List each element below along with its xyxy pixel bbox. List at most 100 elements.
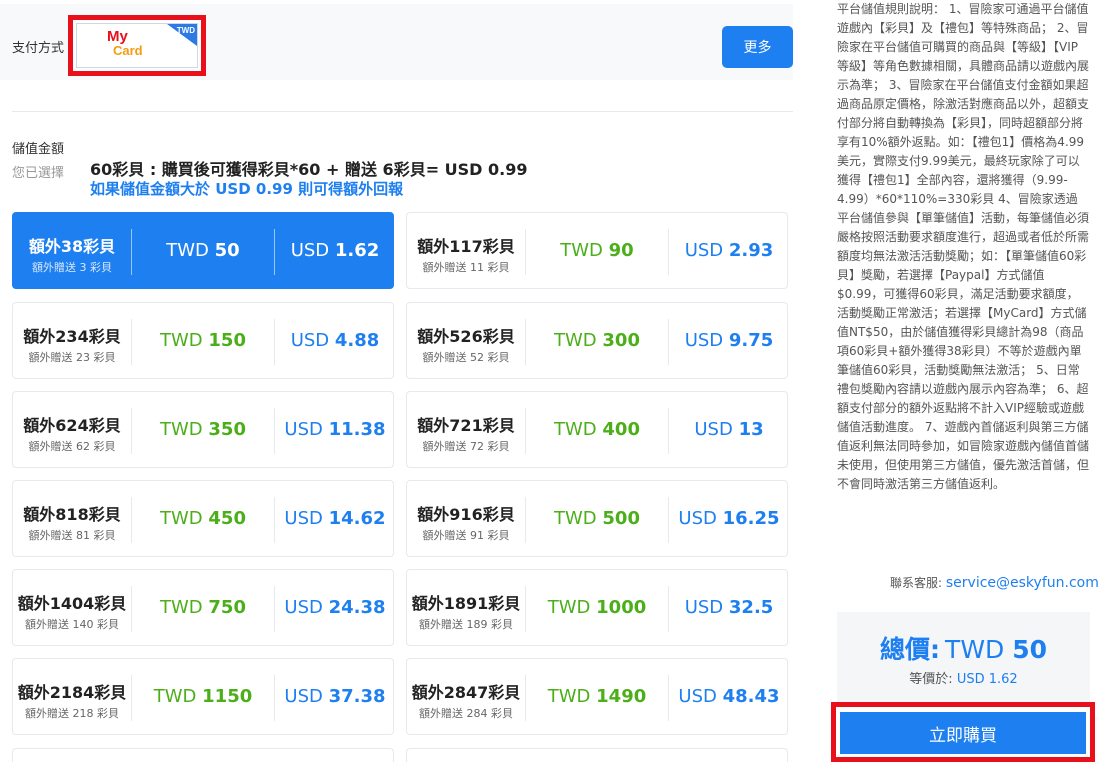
package-title-block: 額外1404彩貝 額外贈送 140 彩貝	[13, 570, 131, 645]
usd-currency: USD	[284, 508, 323, 529]
package-title: 額外624彩貝	[23, 416, 121, 435]
package-usd-price: USD 48.43	[669, 686, 789, 707]
usd-currency: USD	[284, 686, 323, 707]
package-twd-price: TWD 50	[132, 240, 274, 261]
package-twd-price: TWD 150	[132, 330, 274, 351]
buy-now-button[interactable]: 立即購買	[840, 712, 1086, 754]
usd-currency: USD	[290, 240, 330, 261]
package-card[interactable]: 額外2184彩貝 額外贈送 218 彩貝 TWD 1150 USD 37.38	[12, 658, 394, 735]
twd-currency: TWD	[560, 240, 603, 261]
package-bonus: 額外贈送 11 彩貝	[422, 261, 510, 274]
package-card[interactable]: 額外624彩貝 額外贈送 62 彩貝 TWD 350 USD 11.38	[12, 391, 394, 468]
twd-currency: TWD	[153, 686, 197, 707]
usd-amount: 16.25	[722, 508, 780, 529]
twd-amount: 50	[214, 240, 240, 261]
package-bonus: 額外贈送 62 彩貝	[28, 440, 116, 453]
package-card-partial[interactable]	[406, 748, 788, 762]
package-usd-price: USD 2.93	[669, 240, 789, 261]
package-bonus: 額外贈送 81 彩貝	[28, 529, 116, 542]
customer-service-contact: 聯系客服: service@eskyfun.com	[890, 574, 1099, 591]
twd-currency: TWD	[554, 419, 597, 440]
payment-method-row: 支付方式 TWD My Card 更多	[0, 4, 793, 80]
package-title: 額外721彩貝	[417, 416, 515, 435]
package-twd-price: TWD 350	[132, 419, 274, 440]
package-title-block: 額外117彩貝 額外贈送 11 彩貝	[407, 213, 525, 288]
package-twd-price: TWD 1000	[526, 597, 668, 618]
package-card[interactable]: 額外818彩貝 額外贈送 81 彩貝 TWD 450 USD 14.62	[12, 480, 394, 557]
total-currency: TWD	[945, 635, 1005, 664]
package-card[interactable]: 額外526彩貝 額外贈送 52 彩貝 TWD 300 USD 9.75	[406, 302, 788, 379]
twd-currency: TWD	[554, 508, 597, 529]
usd-amount: 14.62	[328, 508, 386, 529]
package-twd-price: TWD 300	[526, 330, 668, 351]
usd-currency: USD	[684, 240, 724, 261]
package-card[interactable]: 額外1891彩貝 額外贈送 189 彩貝 TWD 1000 USD 32.5	[406, 569, 788, 646]
usd-currency: USD	[284, 597, 323, 618]
usd-currency: USD	[290, 330, 330, 351]
package-card[interactable]: 額外721彩貝 額外贈送 72 彩貝 TWD 400 USD 13	[406, 391, 788, 468]
package-twd-price: TWD 450	[132, 508, 274, 529]
package-bonus: 額外贈送 72 彩貝	[422, 440, 510, 453]
selection-summary: 60彩貝 : 購買後可獲得彩貝*60 + 贈送 6彩貝= USD 0.99	[90, 160, 528, 179]
package-usd-price: USD 24.38	[275, 597, 395, 618]
usd-currency: USD	[684, 597, 724, 618]
contact-email-link[interactable]: service@eskyfun.com	[946, 575, 1099, 591]
order-summary-panel: 平台儲值規則說明： 1、冒險家可通過平台儲值遊戲內【彩貝】及【禮包】等特殊商品；…	[815, 0, 1103, 762]
package-bonus: 額外贈送 23 彩貝	[28, 351, 116, 364]
twd-amount: 1000	[596, 597, 647, 618]
more-methods-button[interactable]: 更多	[722, 26, 793, 68]
equivalent-price: 等價於: USD 1.62	[837, 668, 1090, 687]
payment-method-label: 支付方式	[12, 41, 65, 56]
package-title: 額外818彩貝	[23, 505, 121, 524]
selected-label: 您已選擇	[12, 166, 65, 181]
package-usd-price: USD 16.25	[669, 508, 789, 529]
mycard-option[interactable]: TWD My Card	[76, 23, 198, 68]
twd-amount: 500	[602, 508, 640, 529]
usd-currency: USD	[284, 419, 323, 440]
mycard-option-highlight[interactable]: TWD My Card	[68, 15, 206, 76]
usd-currency: USD	[694, 419, 733, 440]
package-card[interactable]: 額外916彩貝 額外贈送 91 彩貝 TWD 500 USD 16.25	[406, 480, 788, 557]
twd-currency: TWD	[166, 240, 209, 261]
package-usd-price: USD 4.88	[275, 330, 395, 351]
package-title: 額外234彩貝	[23, 327, 121, 346]
usd-amount: 48.43	[722, 686, 780, 707]
twd-amount: 300	[602, 330, 640, 351]
total-value: TWD 50	[945, 635, 1047, 664]
package-title-block: 額外234彩貝 額外贈送 23 彩貝	[13, 303, 131, 378]
twd-amount: 1490	[596, 686, 647, 707]
usd-amount: 24.38	[328, 597, 386, 618]
package-twd-price: TWD 1490	[526, 686, 668, 707]
mycard-currency: TWD	[176, 26, 195, 35]
usd-currency: USD	[684, 330, 724, 351]
package-twd-price: TWD 500	[526, 508, 668, 529]
usd-amount: 11.38	[328, 419, 386, 440]
package-card-partial[interactable]	[12, 748, 394, 762]
package-bonus: 額外贈送 52 彩貝	[422, 351, 510, 364]
package-usd-price: USD 13	[669, 419, 789, 440]
package-title: 額外117彩貝	[417, 237, 515, 256]
package-title-block: 額外2184彩貝 額外贈送 218 彩貝	[13, 659, 131, 734]
mycard-logo-line1: My	[107, 28, 128, 45]
package-title-block: 額外2847彩貝 額外贈送 284 彩貝	[407, 659, 525, 734]
buy-now-highlight: 立即購買	[831, 702, 1095, 762]
total-amount: 50	[1012, 635, 1048, 664]
package-card[interactable]: 額外38彩貝 額外贈送 3 彩貝 TWD 50 USD 1.62	[12, 212, 394, 289]
package-twd-price: TWD 1150	[132, 686, 274, 707]
section-divider	[12, 111, 793, 112]
package-card[interactable]: 額外1404彩貝 額外贈送 140 彩貝 TWD 750 USD 24.38	[12, 569, 394, 646]
package-usd-price: USD 11.38	[275, 419, 395, 440]
twd-currency: TWD	[547, 686, 591, 707]
twd-currency: TWD	[160, 330, 203, 351]
package-title: 額外2184彩貝	[17, 683, 127, 702]
package-title: 額外526彩貝	[417, 327, 515, 346]
package-card[interactable]: 額外117彩貝 額外贈送 11 彩貝 TWD 90 USD 2.93	[406, 212, 788, 289]
usd-currency: USD	[678, 686, 717, 707]
package-card[interactable]: 額外2847彩貝 額外贈送 284 彩貝 TWD 1490 USD 48.43	[406, 658, 788, 735]
package-usd-price: USD 9.75	[669, 330, 789, 351]
package-twd-price: TWD 750	[132, 597, 274, 618]
twd-amount: 750	[208, 597, 246, 618]
package-bonus: 額外贈送 218 彩貝	[25, 707, 119, 720]
usd-amount: 4.88	[334, 330, 380, 351]
package-card[interactable]: 額外234彩貝 額外贈送 23 彩貝 TWD 150 USD 4.88	[12, 302, 394, 379]
